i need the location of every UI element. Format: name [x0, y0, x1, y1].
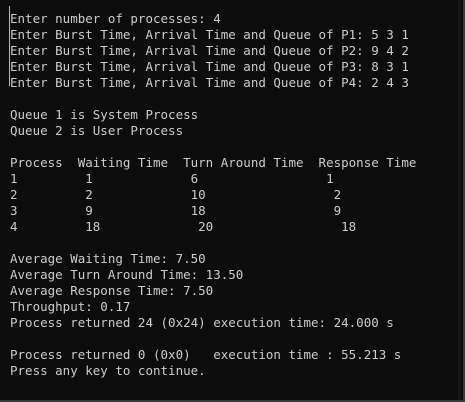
console-line: Average Waiting Time: 7.50	[10, 251, 206, 266]
console-output[interactable]: Enter number of processes: 4 Enter Burst …	[10, 11, 457, 379]
console-line: Press any key to continue.	[10, 363, 206, 378]
console-line: Process returned 0 (0x0) execution time …	[10, 347, 402, 362]
console-line: 1 1 6 1	[10, 171, 334, 186]
console-line: Average Turn Around Time: 13.50	[10, 267, 244, 282]
console-line: 2 2 10 2	[10, 187, 342, 202]
console-line: Process returned 24 (0x24) execution tim…	[10, 315, 394, 330]
console-line: Queue 1 is System Process	[10, 107, 199, 122]
scrollbar[interactable]	[458, 0, 461, 400]
console-line: Throughput: 0.17	[10, 299, 131, 314]
console-line: Enter Burst Time, Arrival Time and Queue…	[10, 27, 409, 42]
console-window[interactable]: Enter number of processes: 4 Enter Burst …	[0, 0, 465, 402]
console-line: Enter Burst Time, Arrival Time and Queue…	[10, 75, 409, 90]
console-line: Enter Burst Time, Arrival Time and Queue…	[10, 59, 409, 74]
console-line: Enter number of processes: 4	[10, 11, 221, 26]
console-line: Average Response Time: 7.50	[10, 283, 214, 298]
console-line: Process Waiting Time Turn Around Time Re…	[10, 155, 417, 170]
console-line: Enter Burst Time, Arrival Time and Queue…	[10, 43, 409, 58]
console-line: 3 9 18 9	[10, 203, 342, 218]
console-line: Queue 2 is User Process	[10, 123, 184, 138]
console-line: 4 18 20 18	[10, 219, 357, 234]
